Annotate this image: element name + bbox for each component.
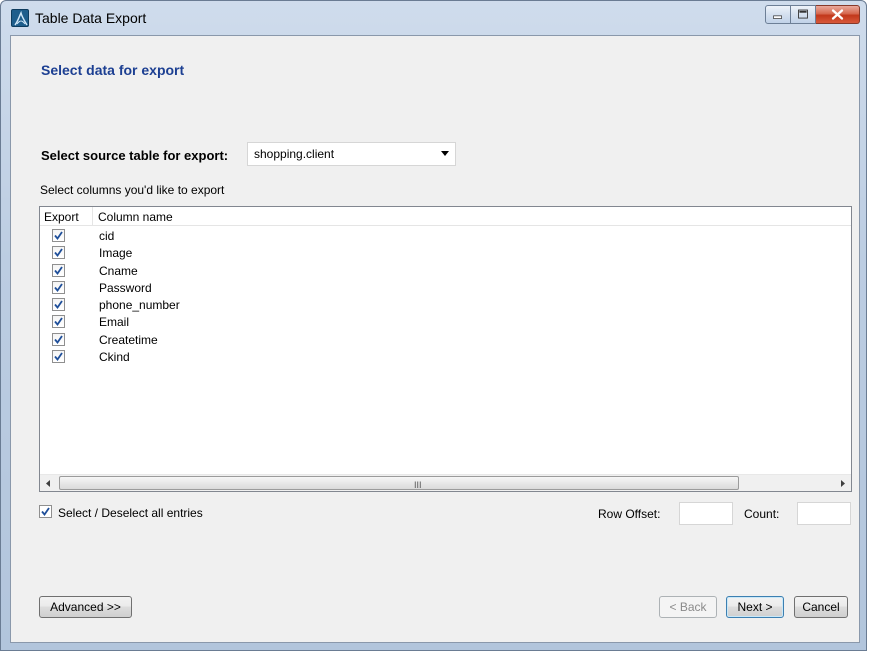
checkmark-icon <box>54 231 63 240</box>
source-table-label: Select source table for export: <box>41 148 229 163</box>
header-divider[interactable] <box>92 207 93 226</box>
grid-header: Export Column name <box>40 207 851 226</box>
column-name-cell: cid <box>99 229 115 243</box>
maximize-button[interactable] <box>791 5 816 24</box>
row-offset-label: Row Offset: <box>598 507 661 521</box>
checkmark-icon <box>54 335 63 344</box>
chevron-right-icon <box>841 480 845 487</box>
columns-grid[interactable]: Export Column name cid Image Cname Password… <box>39 206 852 492</box>
checkmark-icon <box>54 248 63 258</box>
row-offset-input[interactable] <box>679 502 733 525</box>
export-checkbox[interactable] <box>52 280 65 294</box>
export-checkbox[interactable] <box>52 298 65 312</box>
dialog-content: Select data for export Select source tab… <box>10 35 860 643</box>
advanced-button[interactable]: Advanced >> <box>39 596 132 618</box>
export-checkbox[interactable] <box>52 315 65 329</box>
scroll-thumb[interactable]: III <box>59 476 739 490</box>
column-name-cell: Cname <box>99 263 138 278</box>
checkmark-icon <box>41 507 50 516</box>
column-header-column-name[interactable]: Column name <box>98 210 173 224</box>
title-bar[interactable]: Table Data Export <box>1 1 866 35</box>
minimize-icon <box>773 15 782 19</box>
source-table-select[interactable]: shopping.client <box>247 142 456 166</box>
scroll-grip: III <box>414 480 422 490</box>
table-row[interactable]: Createtime <box>40 332 851 349</box>
column-name-cell: Email <box>99 315 130 330</box>
select-all-label[interactable]: Select / Deselect all entries <box>58 506 203 520</box>
count-label: Count: <box>744 507 780 521</box>
close-button[interactable] <box>816 5 860 24</box>
checkmark-icon <box>54 300 63 310</box>
chevron-down-icon <box>441 151 449 156</box>
window-controls <box>765 5 860 24</box>
column-name-cell: Image <box>99 246 133 261</box>
count-input[interactable] <box>797 502 851 525</box>
cancel-button[interactable]: Cancel <box>794 596 848 618</box>
scroll-left-button[interactable] <box>40 475 57 492</box>
checkmark-icon <box>54 317 63 327</box>
mysql-workbench-icon <box>11 9 29 27</box>
export-checkbox[interactable] <box>52 263 65 277</box>
close-icon <box>831 9 844 20</box>
table-row[interactable]: phone_number <box>40 297 851 314</box>
dialog-window: Table Data Export Select data for export… <box>0 0 867 651</box>
export-checkbox[interactable] <box>52 332 65 346</box>
checkmark-icon <box>54 352 63 362</box>
maximize-icon <box>798 9 808 19</box>
horizontal-scrollbar[interactable]: III <box>40 474 851 491</box>
table-row[interactable]: Password <box>40 280 851 297</box>
select-all-checkbox[interactable] <box>39 505 52 518</box>
column-name-cell: Createtime <box>99 332 158 347</box>
page-title: Select data for export <box>41 62 185 78</box>
export-checkbox[interactable] <box>52 246 65 260</box>
checkmark-icon <box>54 283 63 292</box>
grid-rows: cid Image Cname Password phone_number Email Cr… <box>40 228 851 366</box>
minimize-button[interactable] <box>765 5 791 24</box>
scroll-right-button[interactable] <box>834 475 851 492</box>
table-row[interactable]: Image <box>40 245 851 262</box>
column-name-cell: phone_number <box>99 298 180 313</box>
table-row[interactable]: Cname <box>40 263 851 280</box>
next-button[interactable]: Next > <box>726 596 784 618</box>
table-row[interactable]: cid <box>40 228 851 245</box>
table-row[interactable]: Email <box>40 314 851 331</box>
column-header-export[interactable]: Export <box>44 210 79 224</box>
export-checkbox[interactable] <box>52 350 65 364</box>
export-checkbox[interactable] <box>52 229 65 242</box>
columns-label: Select columns you'd like to export <box>40 183 225 197</box>
chevron-left-icon <box>46 480 50 487</box>
column-name-cell: Ckind <box>99 350 130 365</box>
checkmark-icon <box>54 266 63 275</box>
window-title: Table Data Export <box>35 10 147 26</box>
source-table-value: shopping.client <box>254 147 335 161</box>
table-row[interactable]: Ckind <box>40 349 851 366</box>
back-button[interactable]: < Back <box>659 596 717 618</box>
column-name-cell: Password <box>99 280 152 295</box>
